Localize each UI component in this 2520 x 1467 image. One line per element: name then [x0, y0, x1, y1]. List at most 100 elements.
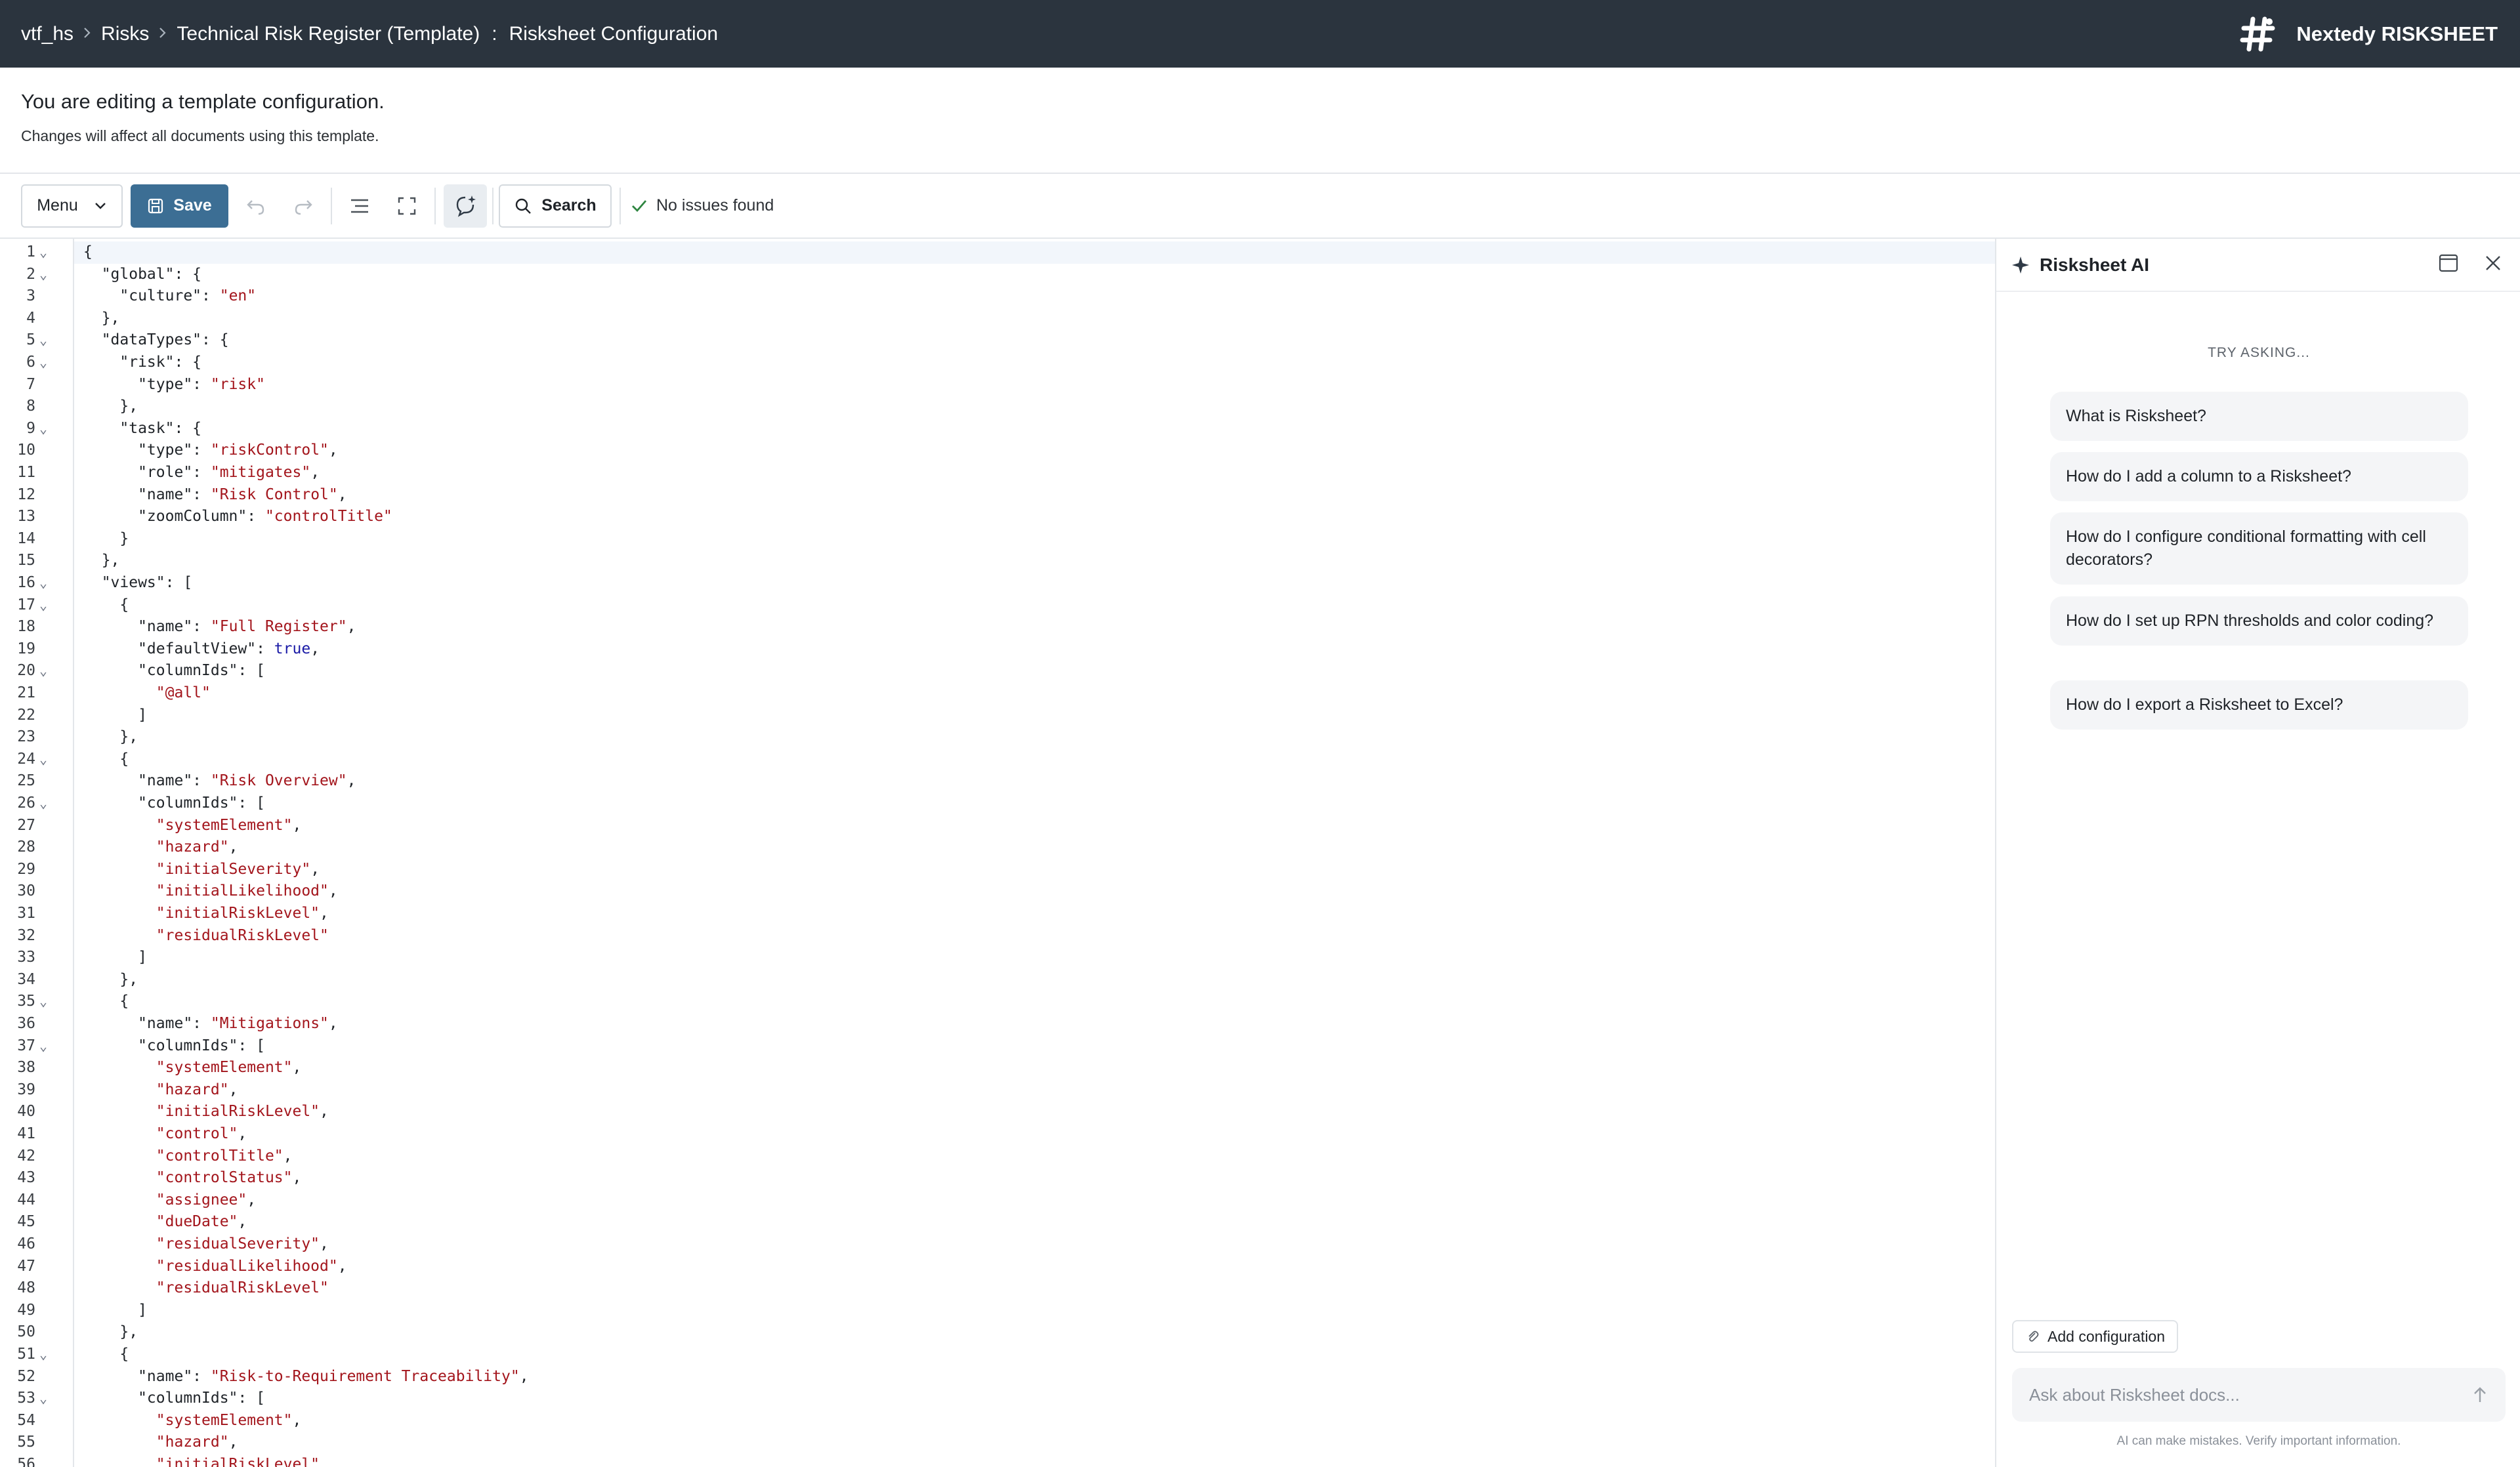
fold-chevron-icon[interactable]: ⌄ [39, 352, 47, 374]
line-number: 16 ⌄ [0, 572, 72, 594]
suggestion-chip[interactable]: How do I export a Risksheet to Excel? [2050, 680, 2468, 730]
code-line: { [83, 993, 129, 1010]
fold-chevron-icon[interactable]: ⌄ [39, 241, 47, 264]
code-line: }, [83, 398, 138, 415]
line-number: 49 [17, 1301, 35, 1319]
code-line: }, [83, 309, 120, 327]
line-number: 47 [17, 1257, 35, 1275]
code-line: "name": "Full Register", [83, 618, 356, 636]
search-button[interactable]: Search [499, 184, 612, 228]
ask-input[interactable] [2029, 1384, 2449, 1405]
breadcrumb-item-risks[interactable]: Risks [101, 23, 149, 45]
line-number: 43 [17, 1169, 35, 1187]
code-line: "role": "mitigates", [83, 464, 320, 481]
close-icon[interactable] [2482, 252, 2504, 274]
breadcrumb-item-document[interactable]: Technical Risk Register (Template) [177, 23, 480, 45]
code-line: "views": [ [83, 574, 193, 591]
line-number: 13 [17, 508, 35, 526]
line-number: 36 [17, 1015, 35, 1032]
ai-panel-header: Risksheet AI [1996, 239, 2520, 292]
breadcrumb-separator: : [492, 22, 497, 45]
save-button[interactable]: Save [131, 184, 228, 228]
breadcrumb-item-project[interactable]: vtf_hs [21, 23, 74, 45]
fold-chevron-icon[interactable]: ⌄ [39, 264, 47, 286]
code-line: "name": "Mitigations", [83, 1015, 338, 1032]
code-line: "task": { [83, 419, 202, 437]
code-line: "columnIds": [ [83, 1390, 265, 1407]
dock-panel-icon[interactable] [2437, 252, 2460, 274]
line-number: 6 ⌄ [0, 352, 72, 374]
line-number: 10 [17, 442, 35, 459]
code-line: ] [83, 1301, 147, 1319]
fold-chevron-icon[interactable]: ⌄ [39, 991, 47, 1013]
code-line: "name": "Risk Control", [83, 486, 347, 503]
menu-button[interactable]: Menu [21, 184, 123, 228]
fold-chevron-icon[interactable]: ⌄ [39, 572, 47, 594]
redo-button[interactable] [284, 186, 323, 226]
format-button[interactable] [340, 186, 379, 226]
toolbar: Menu Save Search No issues found [0, 174, 2520, 239]
code-content[interactable]: { "global": { "culture": "en" }, "dataTy… [74, 239, 1995, 1467]
code-line: }, [83, 1323, 138, 1341]
line-number: 8 [26, 398, 35, 415]
ai-assistant-button[interactable] [444, 184, 487, 228]
fold-chevron-icon[interactable]: ⌄ [39, 1035, 47, 1058]
code-line: "assignee", [156, 1191, 257, 1209]
arrow-up-icon[interactable] [2469, 1384, 2491, 1406]
line-number: 45 [17, 1213, 35, 1231]
code-line: { [83, 750, 129, 768]
fold-chevron-icon[interactable]: ⌄ [39, 594, 47, 617]
code-line: }, [83, 970, 138, 988]
floppy-disk-icon [148, 198, 163, 213]
line-number: 9 ⌄ [0, 418, 72, 440]
redo-icon [295, 199, 312, 215]
chevron-down-icon [94, 202, 106, 209]
fold-chevron-icon[interactable]: ⌄ [39, 660, 47, 682]
suggestion-chip[interactable]: How do I set up RPN thresholds and color… [2050, 596, 2468, 646]
check-icon [632, 199, 647, 212]
code-line: "columnIds": [ [83, 795, 265, 812]
code-line: "residualRiskLevel" [156, 926, 329, 944]
try-asking-label: TRY ASKING... [2208, 345, 2310, 360]
suggestion-chip[interactable]: How do I configure conditional formattin… [2050, 512, 2468, 585]
line-number: 39 [17, 1081, 35, 1098]
fullscreen-button[interactable] [387, 186, 427, 226]
toolbar-divider [434, 187, 436, 224]
fold-chevron-icon[interactable]: ⌄ [39, 1388, 47, 1410]
suggestion-chip[interactable]: How do I add a column to a Risksheet? [2050, 452, 2468, 501]
fold-chevron-icon[interactable]: ⌄ [39, 329, 47, 352]
code-line: "control", [156, 1125, 247, 1142]
fold-chevron-icon[interactable]: ⌄ [39, 749, 47, 771]
line-number: 22 [17, 706, 35, 724]
line-number: 29 [17, 860, 35, 878]
undo-button[interactable] [236, 186, 276, 226]
line-number: 30 [17, 882, 35, 900]
code-line: "hazard", [156, 1434, 238, 1451]
line-number: 51 ⌄ [0, 1344, 72, 1366]
line-number: 19 [17, 640, 35, 657]
chevron-right-icon [158, 24, 167, 44]
add-configuration-button[interactable]: Add configuration [2012, 1320, 2179, 1353]
line-number: 23 [17, 728, 35, 746]
code-line: "@all" [156, 684, 211, 701]
search-label: Search [541, 196, 597, 215]
line-number: 44 [17, 1191, 35, 1209]
line-number: 34 [17, 970, 35, 988]
breadcrumb: vtf_hs Risks Technical Risk Register (Te… [21, 23, 718, 45]
save-label: Save [173, 196, 212, 215]
line-number: 4 [26, 309, 35, 327]
code-line: "type": "risk" [83, 375, 265, 393]
line-number: 55 [17, 1434, 35, 1451]
line-number: 40 [17, 1103, 35, 1121]
code-line: "defaultView": true, [83, 640, 320, 657]
code-editor[interactable]: 1 ⌄ 2 ⌄ 3 4 5 ⌄ 6 ⌄ 7 8 9 ⌄ 10 11 12 13 14 15 16 ⌄ 17 ⌄ 18 19 20 ⌄ 2… [0, 239, 1995, 1467]
code-line: "initialRiskLevel", [156, 1103, 329, 1121]
fold-chevron-icon[interactable]: ⌄ [39, 1344, 47, 1366]
line-number: 35 ⌄ [0, 991, 72, 1013]
fold-chevron-icon[interactable]: ⌄ [39, 418, 47, 440]
brand-name: Nextedy RISKSHEET [2296, 22, 2498, 45]
fold-chevron-icon[interactable]: ⌄ [39, 793, 47, 815]
line-number: 20 ⌄ [0, 660, 72, 682]
suggestion-chip[interactable]: What is Risksheet? [2050, 392, 2468, 441]
template-notice: You are editing a template configuration… [0, 68, 2520, 174]
